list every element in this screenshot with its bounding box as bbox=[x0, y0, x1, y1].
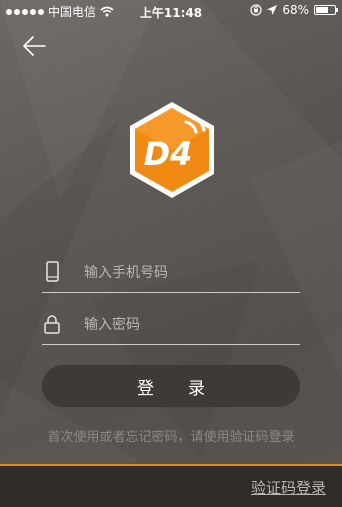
login-hint: 首次使用或者忘记密码，请使用验证码登录 bbox=[47, 430, 295, 445]
status-right: 68% bbox=[250, 3, 338, 17]
login-button[interactable]: 登录 bbox=[42, 365, 300, 407]
location-arrow-icon bbox=[267, 5, 278, 15]
login-screen: 中国电信 上午11:48 68% D4 输入手机号码 登录 首次使用或者忘记密码… bbox=[0, 0, 342, 507]
bottom-bar: 验证码登录 bbox=[0, 464, 342, 507]
password-input[interactable] bbox=[82, 312, 296, 338]
battery-percent: 68% bbox=[282, 3, 309, 17]
password-field[interactable] bbox=[42, 306, 300, 345]
sms-code-login-link[interactable]: 验证码登录 bbox=[251, 477, 326, 498]
back-arrow-icon[interactable] bbox=[20, 34, 48, 58]
orientation-lock-icon bbox=[250, 4, 262, 16]
logo-text: D4 bbox=[144, 135, 193, 173]
phone-icon bbox=[46, 261, 59, 282]
lock-icon bbox=[44, 315, 60, 334]
phone-field[interactable] bbox=[42, 254, 300, 293]
status-bar: 中国电信 上午11:48 68% bbox=[0, 0, 342, 22]
app-logo: D4 bbox=[130, 102, 214, 198]
battery-icon bbox=[314, 5, 338, 15]
phone-input[interactable] bbox=[82, 260, 296, 286]
